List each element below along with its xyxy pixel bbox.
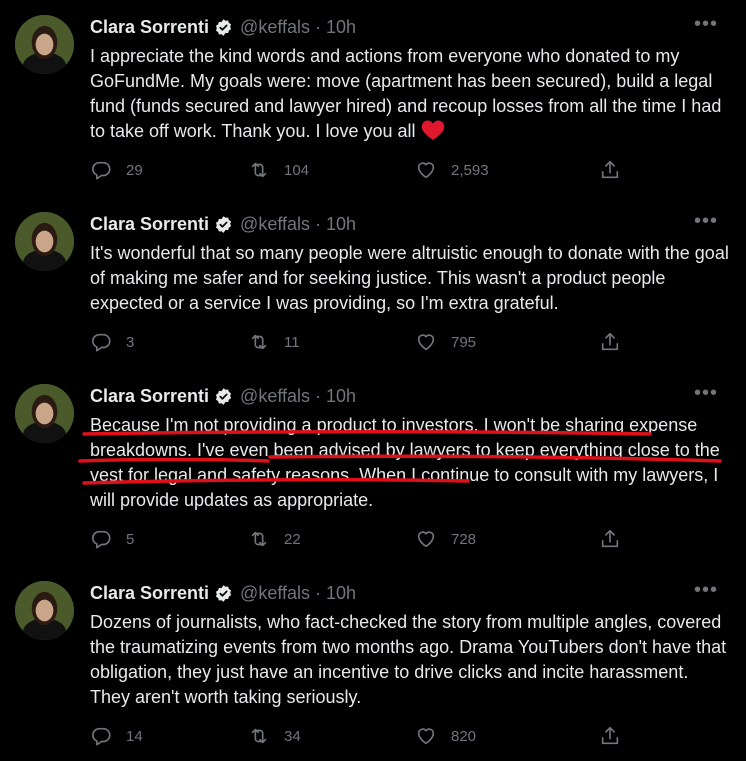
handle[interactable]: @keffals — [240, 583, 310, 604]
handle[interactable]: @keffals — [240, 386, 310, 407]
tweet-text: Because I'm not providing a product to i… — [90, 415, 720, 510]
reply-icon — [91, 530, 111, 549]
like-count: 728 — [451, 530, 477, 548]
like-button[interactable]: 728 — [415, 528, 476, 550]
tweet-text-body: I appreciate the kind words and actions … — [90, 46, 722, 141]
like-count: 2,593 — [451, 161, 489, 179]
display-name[interactable]: Clara Sorrenti — [90, 17, 209, 38]
retweet-button[interactable]: 11 — [248, 331, 300, 353]
retweet-icon — [251, 531, 267, 547]
like-icon — [417, 334, 435, 351]
retweet-button[interactable]: 34 — [248, 725, 301, 747]
display-name[interactable]: Clara Sorrenti — [90, 583, 209, 604]
share-icon — [601, 332, 619, 351]
share-icon — [601, 160, 619, 179]
like-button[interactable]: 2,593 — [415, 159, 489, 181]
avatar[interactable] — [15, 384, 74, 443]
reply-count: 29 — [126, 161, 143, 179]
avatar[interactable] — [15, 581, 74, 640]
reply-icon — [91, 727, 111, 746]
retweet-icon — [251, 162, 267, 178]
tweet-2[interactable]: Clara Sorrenti @keffals · 10h ••• It's w… — [0, 197, 746, 369]
avatar[interactable] — [15, 212, 74, 271]
reply-button[interactable]: 5 — [90, 528, 134, 550]
reply-icon — [91, 161, 111, 180]
tweet-text: I appreciate the kind words and actions … — [90, 44, 730, 144]
tweet-header: Clara Sorrenti @keffals · 10h — [90, 211, 356, 237]
separator: · — [315, 385, 322, 406]
tweet-text: It's wonderful that so many people were … — [90, 243, 729, 313]
reply-count: 3 — [126, 333, 135, 351]
more-icon[interactable]: ••• — [694, 383, 718, 403]
like-icon — [417, 162, 435, 179]
timestamp[interactable]: 10h — [326, 583, 356, 604]
like-icon — [417, 728, 435, 745]
separator: · — [315, 582, 322, 603]
more-icon[interactable]: ••• — [694, 580, 718, 600]
retweet-count: 11 — [284, 333, 300, 351]
tweet-header: Clara Sorrenti @keffals · 10h — [90, 14, 356, 40]
retweet-icon — [251, 728, 267, 744]
retweet-button[interactable]: 22 — [248, 528, 301, 550]
separator: · — [315, 213, 322, 234]
share-button[interactable] — [599, 528, 621, 550]
tweet-header: Clara Sorrenti @keffals · 10h — [90, 580, 356, 606]
avatar[interactable] — [15, 15, 74, 74]
handle[interactable]: @keffals — [240, 17, 310, 38]
like-count: 795 — [451, 333, 477, 351]
display-name[interactable]: Clara Sorrenti — [90, 214, 209, 235]
share-button[interactable] — [599, 159, 621, 181]
retweet-count: 22 — [284, 530, 301, 548]
retweet-button[interactable]: 104 — [248, 159, 309, 181]
tweet-header: Clara Sorrenti @keffals · 10h — [90, 383, 356, 409]
tweet-4[interactable]: Clara Sorrenti @keffals · 10h ••• Dozens… — [0, 566, 746, 761]
tweet-3[interactable]: Clara Sorrenti @keffals · 10h ••• Becaus… — [0, 369, 746, 566]
like-button[interactable]: 820 — [415, 725, 476, 747]
display-name[interactable]: Clara Sorrenti — [90, 386, 209, 407]
tweet-1[interactable]: Clara Sorrenti @keffals · 10h ••• I appr… — [0, 0, 746, 197]
timestamp[interactable]: 10h — [326, 17, 356, 38]
verified-badge-icon — [216, 18, 232, 36]
reply-icon — [91, 333, 111, 352]
retweet-count: 34 — [284, 727, 301, 745]
handle[interactable]: @keffals — [240, 214, 310, 235]
retweet-count: 104 — [284, 161, 310, 179]
reply-button[interactable]: 29 — [90, 159, 143, 181]
verified-badge-icon — [216, 215, 232, 233]
verified-badge-icon — [216, 387, 232, 405]
reply-count: 5 — [126, 530, 135, 548]
share-button[interactable] — [599, 331, 621, 353]
verified-badge-icon — [216, 584, 232, 602]
tweet-text: Dozens of journalists, who fact-checked … — [90, 612, 727, 707]
timestamp[interactable]: 10h — [326, 386, 356, 407]
timestamp[interactable]: 10h — [326, 214, 356, 235]
share-icon — [601, 726, 619, 745]
separator: · — [315, 16, 322, 37]
heart-emoji — [421, 120, 445, 141]
more-icon[interactable]: ••• — [694, 211, 718, 231]
like-button[interactable]: 795 — [415, 331, 476, 353]
reply-button[interactable]: 14 — [90, 725, 143, 747]
share-icon — [601, 529, 619, 548]
retweet-icon — [251, 334, 267, 350]
like-count: 820 — [451, 727, 477, 745]
red-heart-icon — [421, 120, 444, 140]
like-icon — [417, 531, 435, 548]
reply-button[interactable]: 3 — [90, 331, 134, 353]
more-icon[interactable]: ••• — [694, 14, 718, 34]
share-button[interactable] — [599, 725, 621, 747]
reply-count: 14 — [126, 727, 143, 745]
